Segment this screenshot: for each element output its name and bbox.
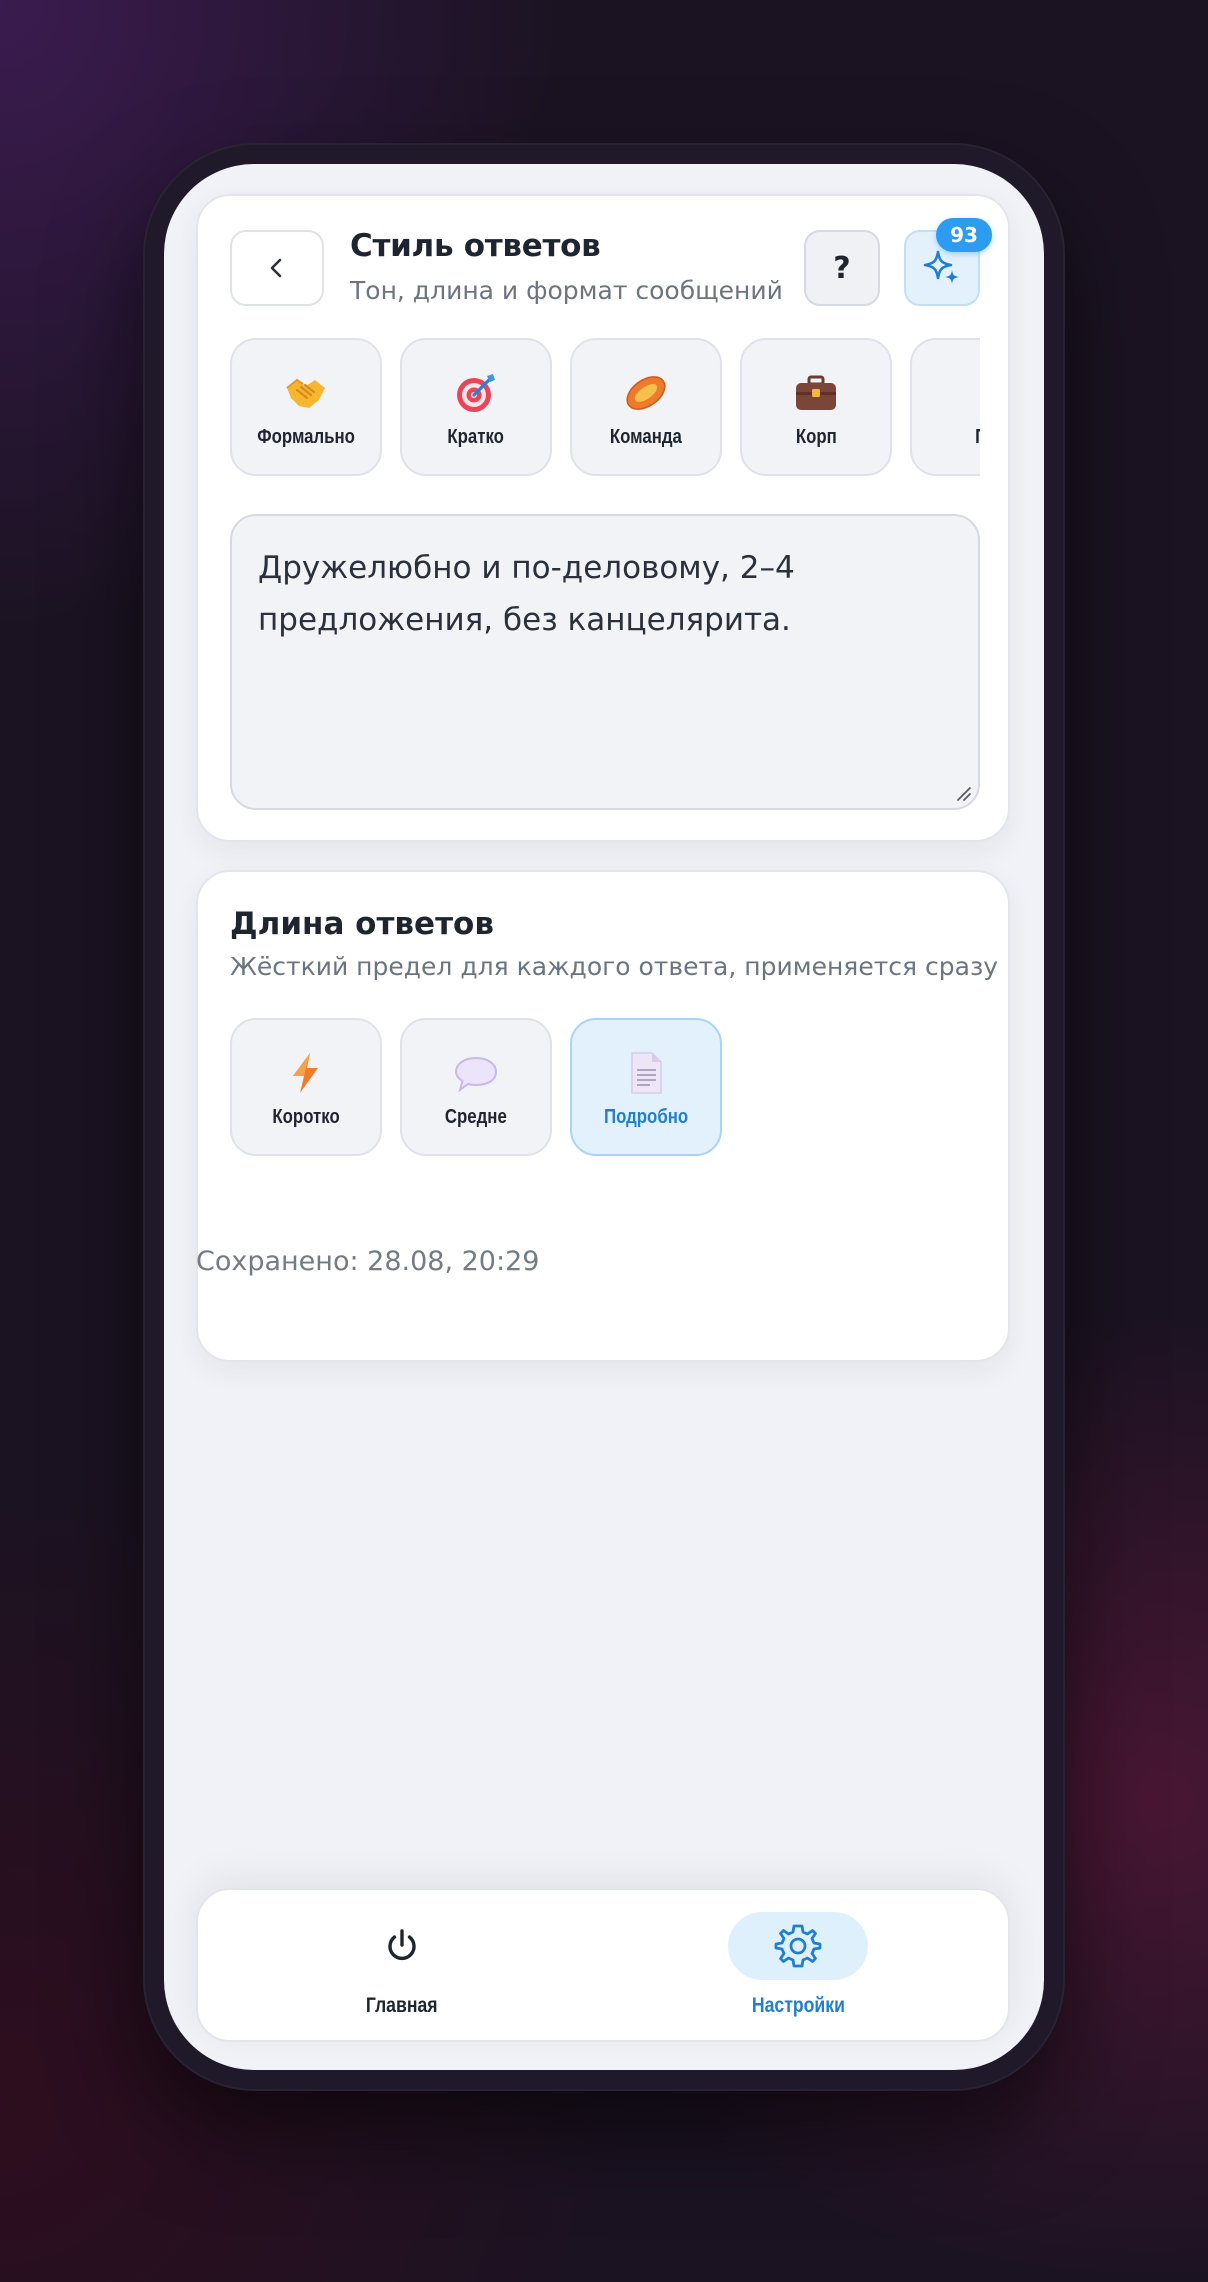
length-options: Коротко Средне Подробно (230, 1018, 980, 1158)
lightning-icon (283, 1050, 329, 1096)
app-screen: Стиль ответов Тон, длина и формат сообще… (164, 164, 1044, 2070)
preset-chip-team[interactable]: Команда (570, 338, 722, 476)
style-prompt-textarea[interactable]: Дружелюбно и по-деловому, 2–4 предложени… (230, 514, 980, 810)
tab-home-label: Главная (366, 1994, 438, 2017)
length-option-medium[interactable]: Средне (400, 1018, 552, 1156)
resize-grip-icon[interactable] (954, 784, 972, 802)
question-icon: ? (833, 250, 851, 286)
length-title: Длина ответов (230, 906, 494, 942)
preset-chip-brief[interactable]: Кратко (400, 338, 552, 476)
style-presets-strip[interactable]: Формально Кратко Команда Корп (230, 338, 980, 478)
gear-icon (774, 1924, 822, 1968)
preset-label: Формально (257, 426, 355, 448)
tab-settings[interactable]: Настройки (648, 1912, 948, 2018)
style-card: Стиль ответов Тон, длина и формат сообще… (196, 194, 1010, 842)
power-icon (388, 1929, 416, 1960)
chevron-left-icon (270, 258, 282, 278)
speech-bubble-icon (453, 1050, 499, 1096)
handshake-icon (283, 370, 329, 416)
help-button[interactable]: ? (804, 230, 880, 306)
preset-label: Корп (795, 426, 837, 448)
saved-timestamp: Сохранено: 28.08, 20:29 (196, 1246, 540, 1277)
length-subtitle: Жёсткий предел для каждого ответа, приме… (230, 952, 999, 981)
preset-label: Команда (609, 426, 683, 448)
tab-settings-label: Настройки (751, 1994, 845, 2017)
preset-label: Пр (975, 426, 980, 449)
page-subtitle: Тон, длина и формат сообщений (350, 276, 783, 305)
length-card: Длина ответов Жёсткий предел для каждого… (196, 870, 1010, 1362)
tab-home[interactable]: Главная (252, 1912, 552, 2018)
tab-home-pill (332, 1912, 472, 1980)
preset-chip-formal[interactable]: Формально (230, 338, 382, 476)
length-option-label: Подробно (603, 1106, 689, 1128)
preset-chip-partial[interactable]: Пр (910, 338, 980, 476)
rugby-ball-icon (623, 370, 669, 416)
bottom-tab-bar: Главная Настройки (196, 1888, 1010, 2042)
page-title: Стиль ответов (350, 228, 601, 264)
tab-settings-pill (728, 1912, 868, 1980)
length-option-short[interactable]: Коротко (230, 1018, 382, 1156)
credits-badge: 93 (936, 218, 992, 252)
style-prompt-text: Дружелюбно и по-деловому, 2–4 предложени… (258, 550, 795, 638)
preset-label: Кратко (447, 426, 505, 448)
preset-chip-corporate[interactable]: Корп (740, 338, 892, 476)
length-option-detailed[interactable]: Подробно (570, 1018, 722, 1156)
back-button[interactable] (230, 230, 324, 306)
length-option-label: Средне (445, 1106, 507, 1128)
briefcase-icon (793, 370, 839, 416)
length-option-label: Коротко (272, 1106, 340, 1128)
document-icon (623, 1050, 669, 1096)
target-icon (453, 370, 499, 416)
sparkles-icon (923, 250, 959, 284)
partial-icon (963, 370, 980, 416)
